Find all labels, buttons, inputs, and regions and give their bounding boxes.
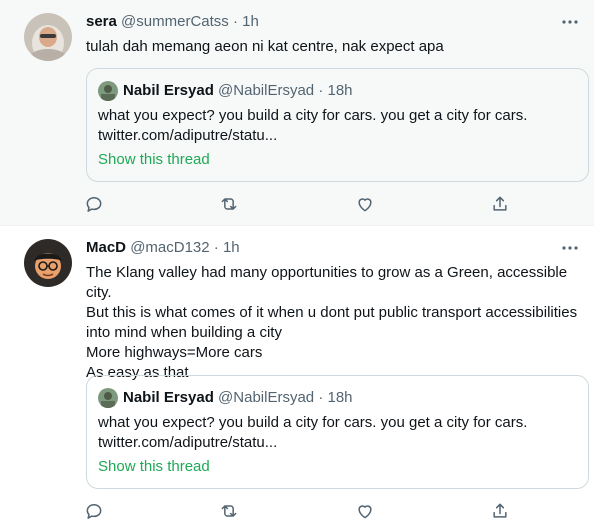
tweet-text-line: The Klang valley had many opportunities … [86, 264, 568, 301]
author-handle[interactable]: @summerCatss [121, 13, 229, 30]
quoted-author-name: Nabil Ersyad [123, 389, 214, 406]
quoted-link[interactable]: twitter.com/adiputre/statu... [98, 433, 277, 453]
quoted-avatar [98, 388, 118, 408]
quoted-tweet[interactable]: Nabil Ersyad @NabilErsyad · 18h what you… [86, 68, 589, 182]
reply-icon[interactable] [84, 194, 106, 216]
separator: · [318, 389, 324, 406]
author-handle[interactable]: @macD132 [130, 239, 209, 256]
tweet-header: sera @summerCatss · 1h [86, 12, 259, 32]
quoted-header: Nabil Ersyad @NabilErsyad · 18h [123, 81, 353, 101]
tweet-text: The Klang valley had many opportunities … [86, 263, 586, 383]
tweet-header: MacD @macD132 · 1h [86, 238, 240, 258]
tweet-text-line: But this is what comes of it when u dont… [86, 304, 578, 321]
tweet-text-line: into mind when building a city [86, 324, 282, 341]
quoted-timestamp: 18h [327, 389, 353, 406]
reply-icon[interactable] [84, 501, 106, 523]
separator: · [213, 239, 219, 256]
like-icon[interactable] [355, 194, 377, 216]
avatar-image [24, 13, 72, 61]
author-name[interactable]: sera [86, 13, 117, 30]
author-name[interactable]: MacD [86, 239, 126, 256]
tweet[interactable]: MacD @macD132 · 1h The Klang valley had … [0, 226, 594, 528]
timestamp[interactable]: 1h [223, 239, 240, 256]
tweet[interactable]: sera @summerCatss · 1h tulah dah memang … [0, 0, 594, 226]
share-icon[interactable] [490, 194, 512, 216]
more-options-icon[interactable] [560, 238, 580, 258]
quoted-author-handle: @NabilErsyad [218, 389, 315, 406]
timestamp[interactable]: 1h [242, 13, 259, 30]
retweet-icon[interactable] [219, 194, 241, 216]
quoted-text: what you expect? you build a city for ca… [98, 414, 528, 431]
tweet-text: tulah dah memang aeon ni kat centre, nak… [86, 38, 444, 55]
quoted-timestamp: 18h [327, 82, 353, 99]
more-options-icon[interactable] [560, 12, 580, 32]
separator: · [318, 82, 324, 99]
quoted-tweet[interactable]: Nabil Ersyad @NabilErsyad · 18h what you… [86, 375, 589, 489]
retweet-icon[interactable] [219, 501, 241, 523]
avatar-image [24, 239, 72, 287]
quoted-header: Nabil Ersyad @NabilErsyad · 18h [123, 388, 353, 408]
quoted-link[interactable]: twitter.com/adiputre/statu... [98, 126, 277, 146]
quoted-author-name: Nabil Ersyad [123, 82, 214, 99]
quoted-avatar [98, 81, 118, 101]
show-thread-link[interactable]: Show this thread [98, 457, 210, 477]
avatar[interactable] [24, 13, 72, 61]
show-thread-link[interactable]: Show this thread [98, 150, 210, 170]
share-icon[interactable] [490, 501, 512, 523]
separator: · [232, 13, 238, 30]
quoted-text: what you expect? you build a city for ca… [98, 107, 528, 124]
tweet-text-line: More highways=More cars [86, 344, 263, 361]
like-icon[interactable] [355, 501, 377, 523]
avatar[interactable] [24, 239, 72, 287]
quoted-author-handle: @NabilErsyad [218, 82, 315, 99]
